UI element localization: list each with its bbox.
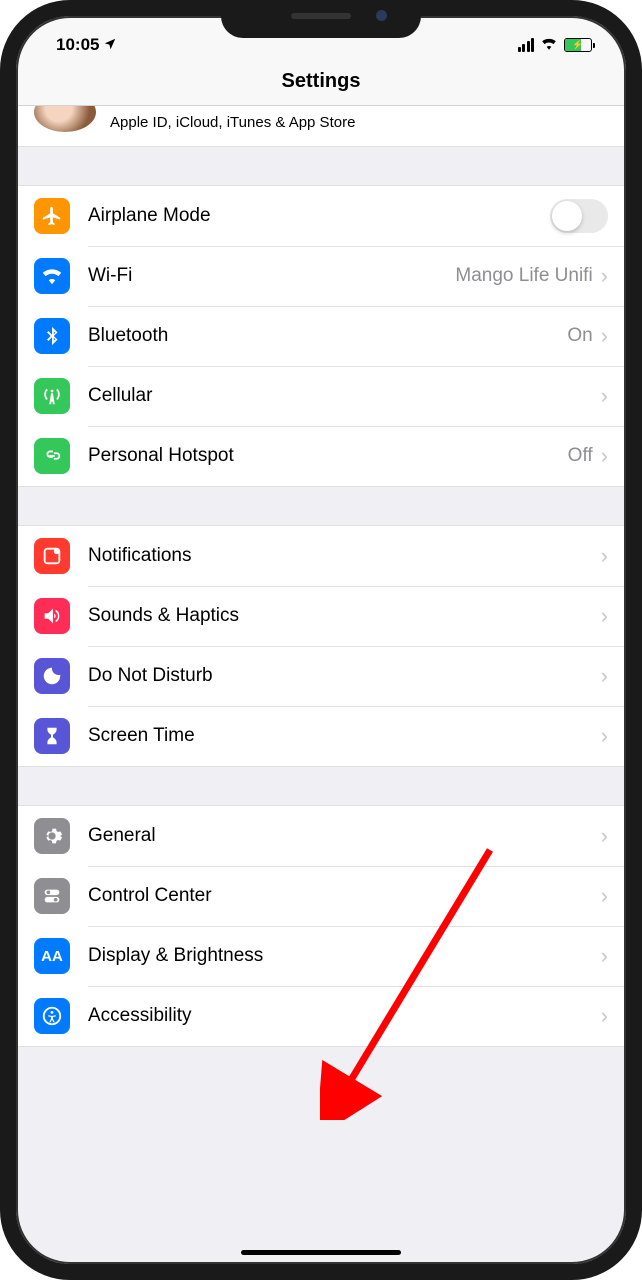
- row-personal-hotspot[interactable]: Personal Hotspot Off ›: [16, 426, 626, 486]
- chevron-right-icon: ›: [601, 723, 608, 749]
- page-title: Settings: [16, 70, 626, 93]
- link-icon: [34, 438, 70, 474]
- row-detail: Mango Life Unifi: [455, 265, 592, 287]
- row-label: Bluetooth: [88, 325, 567, 347]
- row-label: Sounds & Haptics: [88, 605, 601, 627]
- battery-icon: ⚡: [564, 38, 592, 52]
- row-label: Screen Time: [88, 725, 601, 747]
- row-cellular[interactable]: Cellular ›: [16, 366, 626, 426]
- row-label: Airplane Mode: [88, 205, 550, 227]
- chevron-right-icon: ›: [601, 323, 608, 349]
- avatar: [34, 106, 96, 132]
- row-label: Wi-Fi: [88, 265, 455, 287]
- chevron-right-icon: ›: [601, 383, 608, 409]
- row-label: Display & Brightness: [88, 945, 601, 967]
- row-display-brightness[interactable]: AA Display & Brightness ›: [16, 926, 626, 986]
- row-label: Accessibility: [88, 1005, 601, 1027]
- row-airplane-mode[interactable]: Airplane Mode: [16, 186, 626, 246]
- row-label: Notifications: [88, 545, 601, 567]
- toggles-icon: [34, 878, 70, 914]
- wifi-icon: [540, 36, 558, 55]
- row-detail: On: [567, 325, 592, 347]
- gear-icon: [34, 818, 70, 854]
- row-do-not-disturb[interactable]: Do Not Disturb ›: [16, 646, 626, 706]
- row-notifications[interactable]: Notifications ›: [16, 526, 626, 586]
- person-circle-icon: [34, 998, 70, 1034]
- chevron-right-icon: ›: [601, 883, 608, 909]
- row-bluetooth[interactable]: Bluetooth On ›: [16, 306, 626, 366]
- location-icon: [103, 37, 117, 54]
- status-time: 10:05: [56, 35, 99, 55]
- chevron-right-icon: ›: [601, 443, 608, 469]
- bluetooth-icon: [34, 318, 70, 354]
- row-accessibility[interactable]: Accessibility ›: [16, 986, 626, 1046]
- row-wifi[interactable]: Wi-Fi Mango Life Unifi ›: [16, 246, 626, 306]
- moon-icon: [34, 658, 70, 694]
- chevron-right-icon: ›: [601, 543, 608, 569]
- home-indicator[interactable]: [241, 1250, 401, 1255]
- row-sounds-haptics[interactable]: Sounds & Haptics ›: [16, 586, 626, 646]
- row-label: General: [88, 825, 601, 847]
- row-screen-time[interactable]: Screen Time ›: [16, 706, 626, 766]
- chevron-right-icon: ›: [601, 263, 608, 289]
- bell-square-icon: [34, 538, 70, 574]
- chevron-right-icon: ›: [601, 663, 608, 689]
- row-control-center[interactable]: Control Center ›: [16, 866, 626, 926]
- aa-icon: AA: [34, 938, 70, 974]
- apple-id-row[interactable]: Apple ID, iCloud, iTunes & App Store: [16, 106, 626, 147]
- settings-group-alerts: Notifications › Sounds & Haptics › Do No…: [16, 525, 626, 767]
- row-label: Cellular: [88, 385, 601, 407]
- row-label: Do Not Disturb: [88, 665, 601, 687]
- hourglass-icon: [34, 718, 70, 754]
- chevron-right-icon: ›: [601, 603, 608, 629]
- row-detail: Off: [568, 445, 593, 467]
- apple-id-subtitle: Apple ID, iCloud, iTunes & App Store: [110, 114, 355, 131]
- row-general[interactable]: General ›: [16, 806, 626, 866]
- wifi-settings-icon: [34, 258, 70, 294]
- row-label: Control Center: [88, 885, 601, 907]
- settings-group-system: General › Control Center › AA Display & …: [16, 805, 626, 1047]
- airplane-icon: [34, 198, 70, 234]
- chevron-right-icon: ›: [601, 1003, 608, 1029]
- chevron-right-icon: ›: [601, 823, 608, 849]
- speaker-icon: [34, 598, 70, 634]
- settings-group-connectivity: Airplane Mode Wi-Fi Mango Life Unifi › B…: [16, 185, 626, 487]
- nav-header: Settings: [16, 62, 626, 106]
- antenna-icon: [34, 378, 70, 414]
- row-label: Personal Hotspot: [88, 445, 568, 467]
- chevron-right-icon: ›: [601, 943, 608, 969]
- cellular-signal-icon: [518, 38, 535, 52]
- status-bar: 10:05 ⚡: [16, 16, 626, 62]
- airplane-mode-toggle[interactable]: [550, 199, 608, 233]
